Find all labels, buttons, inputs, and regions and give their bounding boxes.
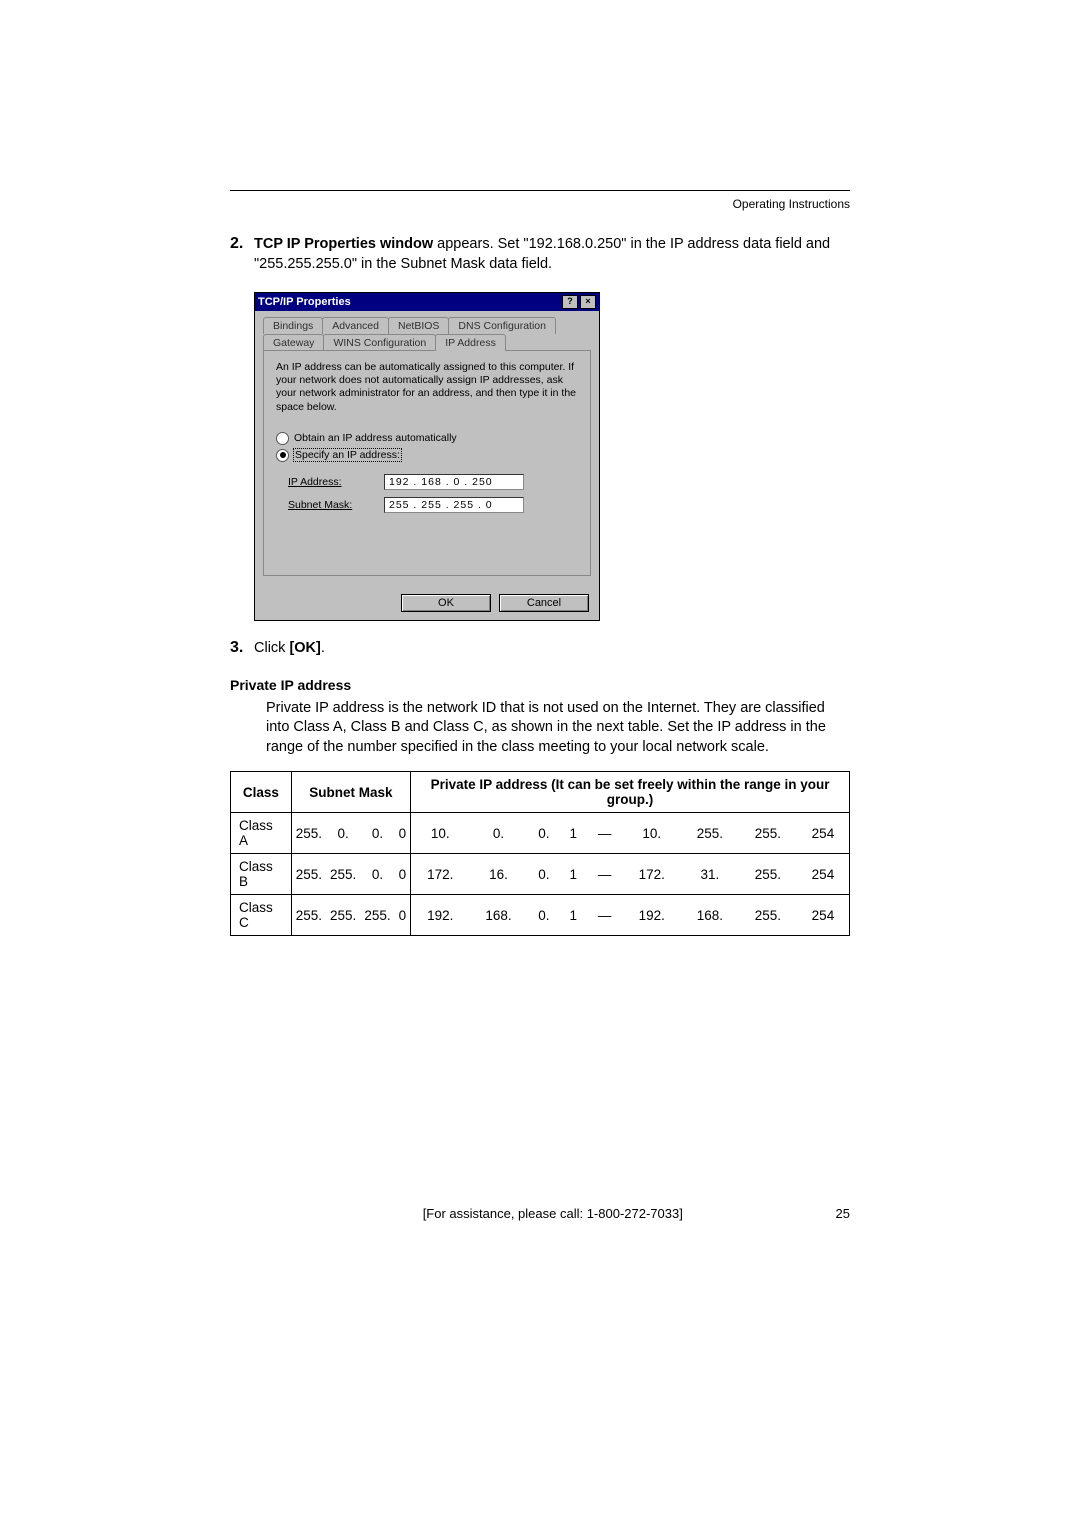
dialog-info-text: An IP address can be automatically assig… — [276, 361, 578, 414]
cell-range-octet: 31. — [681, 854, 739, 895]
cell-range-octet: 16. — [469, 854, 527, 895]
cell-mask-octet: 0 — [395, 813, 411, 854]
th-private-range: Private IP address (It can be set freely… — [411, 772, 850, 813]
cell-range-octet: — — [586, 895, 622, 936]
cell-range-octet: 168. — [469, 895, 527, 936]
cell-range-octet: 255. — [681, 813, 739, 854]
cell-range-octet: 1 — [560, 854, 586, 895]
cell-range-octet: 254 — [797, 813, 850, 854]
cell-range-octet: 172. — [623, 854, 681, 895]
cell-range-octet: 255. — [739, 813, 797, 854]
dialog-tabs-front: Gateway WINS Configuration IP Address — [263, 334, 591, 351]
cell-mask-octet: 255. — [291, 813, 326, 854]
cell-mask-octet: 0 — [395, 895, 411, 936]
subnet-mask-label: Subnet Mask: — [288, 499, 368, 511]
th-class: Class — [231, 772, 292, 813]
cell-range-octet: — — [586, 854, 622, 895]
radio-specify-row[interactable]: Specify an IP address: — [276, 449, 578, 462]
step-3-prefix: Click — [254, 640, 289, 656]
ip-address-row: IP Address: 192 . 168 . 0 . 250 — [288, 474, 578, 490]
cell-range-octet: 168. — [681, 895, 739, 936]
step-3-body: Click [OK]. — [254, 639, 850, 659]
cell-mask-octet: 0 — [395, 854, 411, 895]
tab-dns-configuration[interactable]: DNS Configuration — [448, 317, 556, 334]
cell-range-octet: 0. — [528, 895, 561, 936]
cell-range-octet: 172. — [411, 854, 470, 895]
step-2: 2. TCP IP Properties window appears. Set… — [230, 235, 850, 274]
dialog-help-button[interactable]: ? — [562, 295, 578, 309]
cell-range-octet: 254 — [797, 895, 850, 936]
th-subnet-mask: Subnet Mask — [291, 772, 410, 813]
tab-ip-address[interactable]: IP Address — [435, 334, 506, 351]
cell-range-octet: 1 — [560, 813, 586, 854]
dialog-tab-body: An IP address can be automatically assig… — [263, 350, 591, 576]
tab-netbios[interactable]: NetBIOS — [388, 317, 449, 334]
ip-address-input[interactable]: 192 . 168 . 0 . 250 — [384, 474, 524, 490]
footer-assistance: [For assistance, please call: 1-800-272-… — [270, 1206, 836, 1221]
radio-obtain-label: Obtain an IP address automatically — [294, 432, 457, 444]
dialog-close-button[interactable]: × — [580, 295, 596, 309]
radio-obtain-dot[interactable] — [276, 432, 289, 445]
dialog-tabs-back: Bindings Advanced NetBIOS DNS Configurat… — [263, 317, 591, 334]
table-row: Class C255.255.255.0192.168.0.1—192.168.… — [231, 895, 850, 936]
cell-range-octet: 0. — [528, 813, 561, 854]
tab-bindings[interactable]: Bindings — [263, 317, 323, 334]
cell-range-octet: 1 — [560, 895, 586, 936]
dialog-title: TCP/IP Properties — [258, 296, 351, 308]
step-3-suffix: . — [321, 640, 325, 656]
cell-mask-octet: 255. — [291, 854, 326, 895]
page-footer: [For assistance, please call: 1-800-272-… — [230, 1206, 850, 1221]
cell-class: Class B — [231, 854, 292, 895]
step-2-bold: TCP IP Properties window — [254, 236, 433, 252]
cell-mask-octet: 255. — [326, 854, 360, 895]
radio-specify-dot[interactable] — [276, 449, 289, 462]
table-row: Class A255.0.0.010.0.0.1—10.255.255.254 — [231, 813, 850, 854]
ok-button[interactable]: OK — [401, 594, 491, 612]
tab-gateway[interactable]: Gateway — [263, 334, 324, 351]
private-ip-paragraph: Private IP address is the network ID tha… — [266, 699, 850, 758]
cell-mask-octet: 0. — [360, 854, 394, 895]
cell-range-octet: 10. — [411, 813, 470, 854]
cell-mask-octet: 255. — [326, 895, 360, 936]
step-2-number: 2. — [230, 235, 254, 274]
cancel-button[interactable]: Cancel — [499, 594, 589, 612]
step-3: 3. Click [OK]. — [230, 639, 850, 659]
radio-obtain-row[interactable]: Obtain an IP address automatically — [276, 432, 578, 445]
cell-range-octet: 254 — [797, 854, 850, 895]
running-header-text: Operating Instructions — [733, 197, 850, 211]
tab-advanced[interactable]: Advanced — [322, 317, 389, 334]
cell-mask-octet: 0. — [360, 813, 394, 854]
private-ip-heading: Private IP address — [230, 677, 850, 693]
running-header: Operating Instructions — [230, 190, 850, 211]
ip-class-table: Class Subnet Mask Private IP address (It… — [230, 771, 850, 936]
tab-wins-configuration[interactable]: WINS Configuration — [323, 334, 436, 351]
table-header-row: Class Subnet Mask Private IP address (It… — [231, 772, 850, 813]
step-2-body: TCP IP Properties window appears. Set "1… — [254, 235, 850, 274]
cell-range-octet: 192. — [411, 895, 470, 936]
cell-range-octet: 0. — [528, 854, 561, 895]
subnet-mask-row: Subnet Mask: 255 . 255 . 255 . 0 — [288, 497, 578, 513]
cell-range-octet: 0. — [469, 813, 527, 854]
subnet-mask-input[interactable]: 255 . 255 . 255 . 0 — [384, 497, 524, 513]
radio-specify-label: Specify an IP address: — [294, 449, 401, 461]
cell-class: Class A — [231, 813, 292, 854]
cell-mask-octet: 0. — [326, 813, 360, 854]
cell-range-octet: 10. — [623, 813, 681, 854]
ip-address-label: IP Address: — [288, 476, 368, 488]
cell-range-octet: 255. — [739, 895, 797, 936]
dialog-titlebar: TCP/IP Properties ? × — [255, 293, 599, 311]
cell-range-octet: 192. — [623, 895, 681, 936]
cell-class: Class C — [231, 895, 292, 936]
step-3-number: 3. — [230, 639, 254, 659]
cell-mask-octet: 255. — [360, 895, 394, 936]
cell-range-octet: — — [586, 813, 622, 854]
cell-mask-octet: 255. — [291, 895, 326, 936]
cell-range-octet: 255. — [739, 854, 797, 895]
table-row: Class B255.255.0.0172.16.0.1—172.31.255.… — [231, 854, 850, 895]
step-3-bold: [OK] — [289, 640, 320, 656]
tcpip-properties-dialog: TCP/IP Properties ? × Bindings Advanced … — [254, 292, 600, 621]
footer-page-number: 25 — [836, 1206, 850, 1221]
